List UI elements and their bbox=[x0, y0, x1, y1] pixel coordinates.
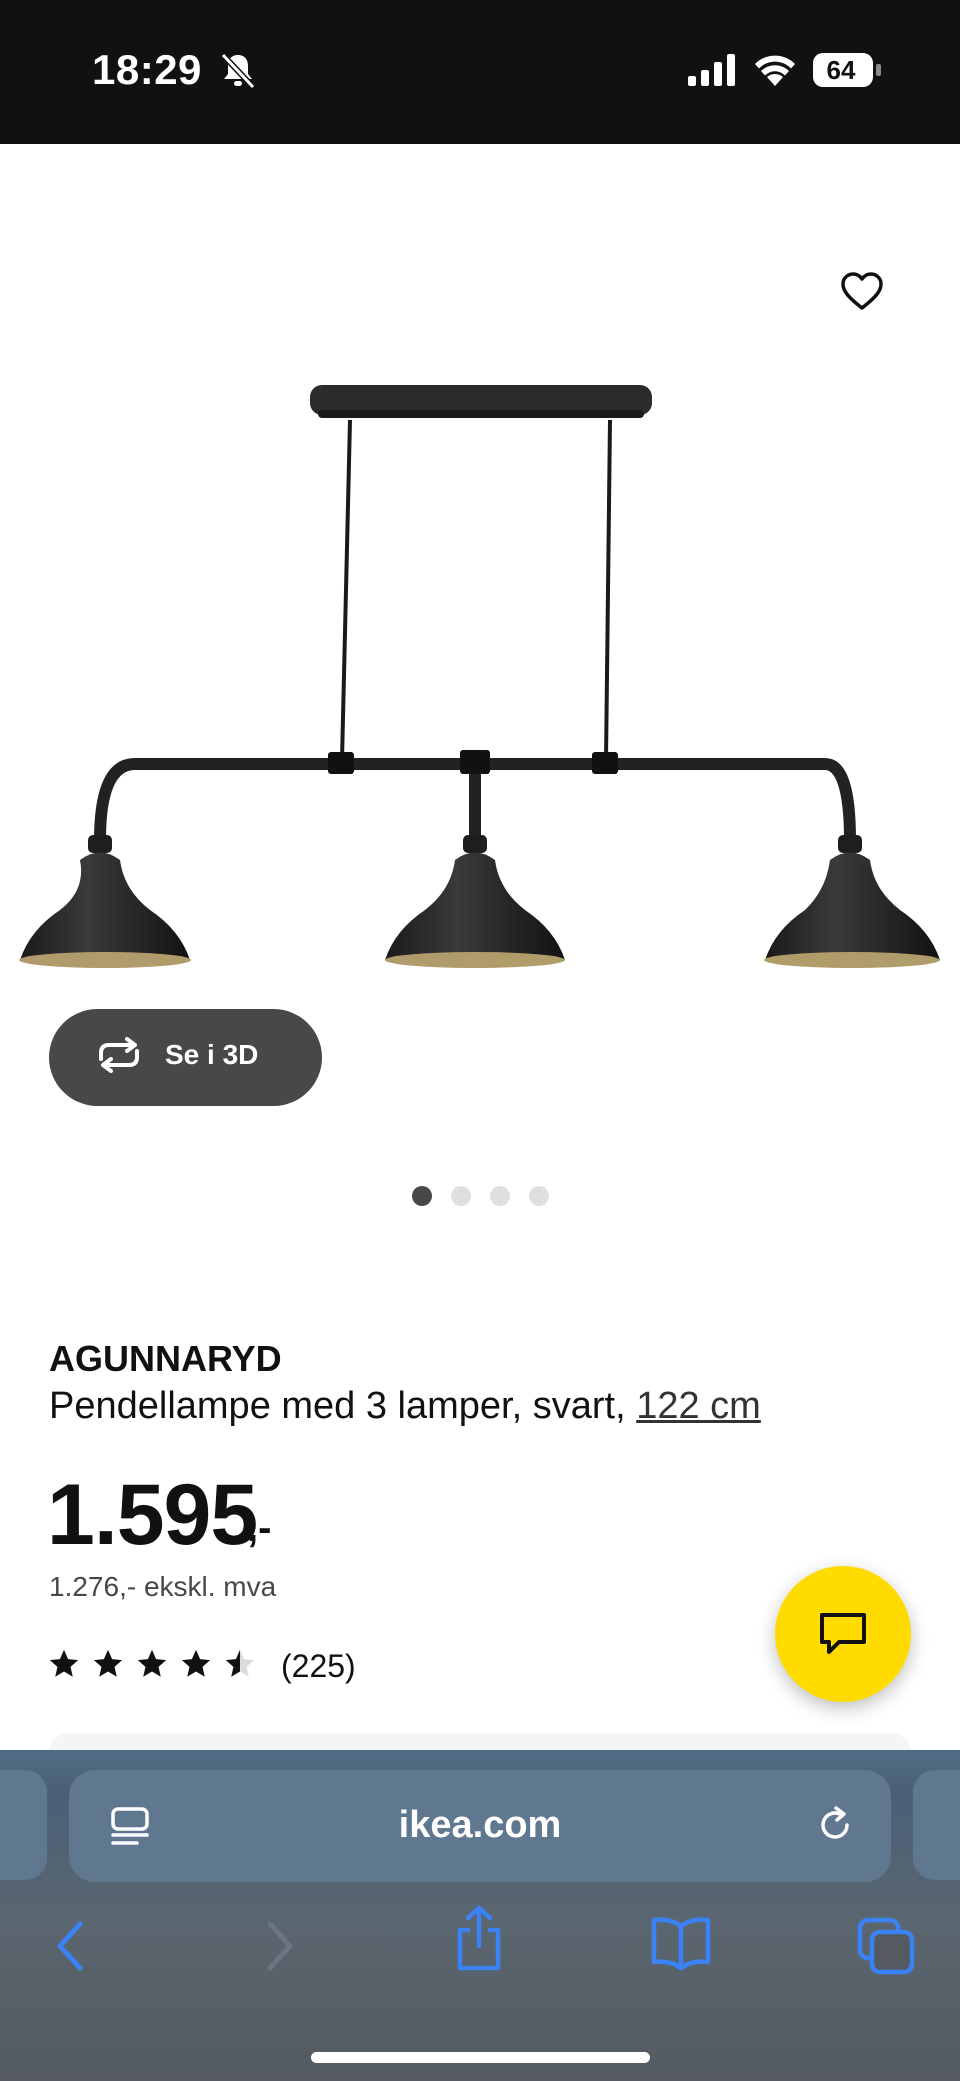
wifi-icon bbox=[755, 55, 795, 86]
forward-icon[interactable] bbox=[258, 1918, 298, 1974]
half-star-icon bbox=[225, 1649, 255, 1677]
star-icon bbox=[49, 1649, 79, 1677]
product-image bbox=[19, 385, 940, 968]
heart-icon[interactable] bbox=[838, 268, 886, 316]
previous-tab-peek[interactable] bbox=[0, 1770, 47, 1880]
chat-icon bbox=[820, 1613, 866, 1654]
browser-nav bbox=[0, 1902, 960, 1992]
product-brand: AGUNNARYD bbox=[49, 1338, 282, 1379]
carousel-dot[interactable] bbox=[412, 1186, 432, 1206]
url-text: ikea.com bbox=[398, 1804, 562, 1846]
rotate-3d-icon bbox=[99, 1037, 139, 1073]
next-tab-peek[interactable] bbox=[913, 1770, 960, 1880]
tabs-icon[interactable] bbox=[856, 1916, 916, 1976]
rating-stars[interactable] bbox=[47, 1647, 257, 1681]
bookmarks-icon[interactable] bbox=[650, 1916, 712, 1972]
bell-slash-icon bbox=[220, 52, 256, 90]
share-icon[interactable] bbox=[452, 1904, 506, 1974]
chat-button[interactable] bbox=[775, 1566, 911, 1702]
carousel-pagination bbox=[412, 1186, 549, 1206]
carousel-dot[interactable] bbox=[490, 1186, 510, 1206]
view-3d-button[interactable]: Se i 3D bbox=[49, 1009, 322, 1106]
reload-icon[interactable] bbox=[814, 1804, 856, 1846]
star-icon bbox=[137, 1649, 167, 1677]
browser-toolbar: ikea.com bbox=[0, 1750, 960, 2081]
signal-icon bbox=[688, 54, 735, 86]
price-ex-vat: 1.276,- ekskl. mva bbox=[49, 1571, 277, 1602]
product-description: Pendellampe med 3 lamper, svart, 122 cm bbox=[49, 1385, 761, 1428]
back-icon[interactable] bbox=[52, 1918, 92, 1974]
star-icon bbox=[93, 1649, 123, 1677]
carousel-dot[interactable] bbox=[529, 1186, 549, 1206]
product-description-text: Pendellampe med 3 lamper, svart, bbox=[49, 1385, 637, 1427]
star-icon bbox=[181, 1649, 211, 1677]
product-size-link[interactable]: 122 cm bbox=[636, 1385, 761, 1427]
status-time: 18:29 bbox=[92, 46, 202, 93]
battery-level: 64 bbox=[826, 55, 856, 85]
view-3d-label: Se i 3D bbox=[165, 1039, 259, 1070]
address-bar[interactable]: ikea.com bbox=[69, 1770, 891, 1882]
price-suffix: ,- bbox=[247, 1506, 272, 1550]
rating-count[interactable]: (225) bbox=[281, 1648, 356, 1685]
product-price: 1.595 bbox=[47, 1467, 258, 1563]
home-indicator bbox=[311, 2052, 650, 2063]
carousel-dot[interactable] bbox=[451, 1186, 471, 1206]
status-bar: 18:29 64 bbox=[0, 0, 960, 144]
